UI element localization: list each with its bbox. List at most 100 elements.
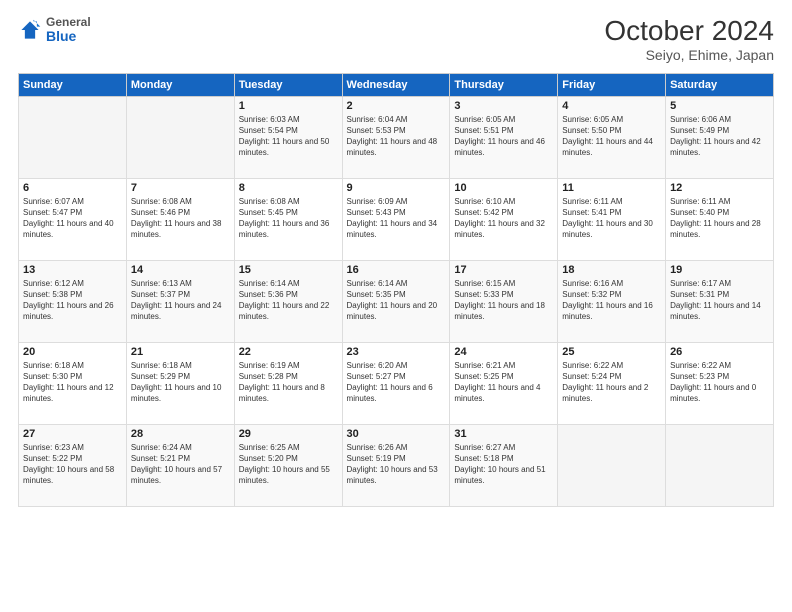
day-info: Sunrise: 6:10 AMSunset: 5:42 PMDaylight:… <box>454 196 553 241</box>
weekday-header-cell: Sunday <box>19 73 127 96</box>
day-number: 12 <box>670 182 769 194</box>
calendar-week-row: 1Sunrise: 6:03 AMSunset: 5:54 PMDaylight… <box>19 96 774 178</box>
day-info: Sunrise: 6:08 AMSunset: 5:46 PMDaylight:… <box>131 196 230 241</box>
calendar-day-cell: 19Sunrise: 6:17 AMSunset: 5:31 PMDayligh… <box>666 260 774 342</box>
day-number: 29 <box>239 428 338 440</box>
calendar-day-cell: 6 Sunrise: 6:07 AMSunset: 5:47 PMDaylight… <box>19 178 127 260</box>
day-number: 22 <box>239 346 338 358</box>
day-number: 6 <box>23 182 122 194</box>
day-number: 18 <box>562 264 661 276</box>
month-title: October 2024 <box>604 16 774 47</box>
calendar-day-cell: 16Sunrise: 6:14 AMSunset: 5:35 PMDayligh… <box>342 260 450 342</box>
day-info: Sunrise: 6:04 AMSunset: 5:53 PMDaylight:… <box>347 114 446 159</box>
weekday-header-cell: Wednesday <box>342 73 450 96</box>
day-info: Sunrise: 6:24 AMSunset: 5:21 PMDaylight:… <box>131 442 230 487</box>
day-number: 5 <box>670 100 769 112</box>
day-info: Sunrise: 6:17 AMSunset: 5:31 PMDaylight:… <box>670 278 769 323</box>
logo-icon <box>18 18 42 42</box>
day-number: 28 <box>131 428 230 440</box>
day-info: Sunrise: 6:25 AMSunset: 5:20 PMDaylight:… <box>239 442 338 487</box>
calendar-day-cell: 24 Sunrise: 6:21 AMSunset: 5:25 PMDayligh… <box>450 342 558 424</box>
calendar-day-cell <box>666 424 774 506</box>
day-info: Sunrise: 6:19 AMSunset: 5:28 PMDaylight:… <box>239 360 338 405</box>
calendar-day-cell: 17 Sunrise: 6:15 AMSunset: 5:33 PMDayligh… <box>450 260 558 342</box>
calendar-day-cell: 9Sunrise: 6:09 AMSunset: 5:43 PMDaylight… <box>342 178 450 260</box>
day-info: Sunrise: 6:05 AMSunset: 5:51 PMDaylight:… <box>454 114 553 159</box>
day-number: 13 <box>23 264 122 276</box>
day-info: Sunrise: 6:11 AMSunset: 5:41 PMDaylight:… <box>562 196 661 241</box>
day-number: 15 <box>239 264 338 276</box>
calendar-day-cell: 3Sunrise: 6:05 AMSunset: 5:51 PMDaylight… <box>450 96 558 178</box>
calendar-day-cell: 31 Sunrise: 6:27 AMSunset: 5:18 PMDayligh… <box>450 424 558 506</box>
day-number: 2 <box>347 100 446 112</box>
day-info: Sunrise: 6:15 AMSunset: 5:33 PMDaylight:… <box>454 278 553 323</box>
calendar-day-cell: 11 Sunrise: 6:11 AMSunset: 5:41 PMDayligh… <box>558 178 666 260</box>
calendar-day-cell: 15 Sunrise: 6:14 AMSunset: 5:36 PMDayligh… <box>234 260 342 342</box>
page-header: General Blue October 2024 Seiyo, Ehime, … <box>18 16 774 63</box>
logo-blue: Blue <box>46 29 91 44</box>
day-number: 31 <box>454 428 553 440</box>
calendar-day-cell: 18 Sunrise: 6:16 AMSunset: 5:32 PMDayligh… <box>558 260 666 342</box>
calendar-day-cell: 28 Sunrise: 6:24 AMSunset: 5:21 PMDayligh… <box>126 424 234 506</box>
calendar-day-cell <box>126 96 234 178</box>
calendar-body: 1Sunrise: 6:03 AMSunset: 5:54 PMDaylight… <box>19 96 774 506</box>
weekday-header-cell: Tuesday <box>234 73 342 96</box>
calendar-day-cell: 25Sunrise: 6:22 AMSunset: 5:24 PMDayligh… <box>558 342 666 424</box>
calendar-day-cell: 27 Sunrise: 6:23 AMSunset: 5:22 PMDayligh… <box>19 424 127 506</box>
calendar-day-cell: 8Sunrise: 6:08 AMSunset: 5:45 PMDaylight… <box>234 178 342 260</box>
day-info: Sunrise: 6:26 AMSunset: 5:19 PMDaylight:… <box>347 442 446 487</box>
calendar-day-cell: 22 Sunrise: 6:19 AMSunset: 5:28 PMDayligh… <box>234 342 342 424</box>
day-info: Sunrise: 6:16 AMSunset: 5:32 PMDaylight:… <box>562 278 661 323</box>
calendar-day-cell: 1Sunrise: 6:03 AMSunset: 5:54 PMDaylight… <box>234 96 342 178</box>
day-number: 24 <box>454 346 553 358</box>
day-number: 16 <box>347 264 446 276</box>
calendar-day-cell: 7Sunrise: 6:08 AMSunset: 5:46 PMDaylight… <box>126 178 234 260</box>
calendar-day-cell <box>558 424 666 506</box>
calendar-page: General Blue October 2024 Seiyo, Ehime, … <box>0 0 792 612</box>
calendar-day-cell: 20 Sunrise: 6:18 AMSunset: 5:30 PMDayligh… <box>19 342 127 424</box>
calendar-day-cell: 26Sunrise: 6:22 AMSunset: 5:23 PMDayligh… <box>666 342 774 424</box>
day-info: Sunrise: 6:23 AMSunset: 5:22 PMDaylight:… <box>23 442 122 487</box>
day-number: 30 <box>347 428 446 440</box>
calendar-week-row: 13 Sunrise: 6:12 AMSunset: 5:38 PMDayligh… <box>19 260 774 342</box>
calendar-day-cell: 5 Sunrise: 6:06 AMSunset: 5:49 PMDaylight… <box>666 96 774 178</box>
day-number: 14 <box>131 264 230 276</box>
calendar-week-row: 6 Sunrise: 6:07 AMSunset: 5:47 PMDaylight… <box>19 178 774 260</box>
day-info: Sunrise: 6:06 AMSunset: 5:49 PMDaylight:… <box>670 114 769 159</box>
weekday-header-row: SundayMondayTuesdayWednesdayThursdayFrid… <box>19 73 774 96</box>
day-info: Sunrise: 6:20 AMSunset: 5:27 PMDaylight:… <box>347 360 446 405</box>
weekday-header-cell: Saturday <box>666 73 774 96</box>
day-info: Sunrise: 6:22 AMSunset: 5:23 PMDaylight:… <box>670 360 769 405</box>
calendar-week-row: 20 Sunrise: 6:18 AMSunset: 5:30 PMDayligh… <box>19 342 774 424</box>
day-info: Sunrise: 6:12 AMSunset: 5:38 PMDaylight:… <box>23 278 122 323</box>
weekday-header-cell: Friday <box>558 73 666 96</box>
day-number: 23 <box>347 346 446 358</box>
day-info: Sunrise: 6:03 AMSunset: 5:54 PMDaylight:… <box>239 114 338 159</box>
day-number: 21 <box>131 346 230 358</box>
day-number: 27 <box>23 428 122 440</box>
day-info: Sunrise: 6:27 AMSunset: 5:18 PMDaylight:… <box>454 442 553 487</box>
title-block: October 2024 Seiyo, Ehime, Japan <box>604 16 774 63</box>
day-info: Sunrise: 6:18 AMSunset: 5:30 PMDaylight:… <box>23 360 122 405</box>
weekday-header-cell: Thursday <box>450 73 558 96</box>
day-info: Sunrise: 6:14 AMSunset: 5:36 PMDaylight:… <box>239 278 338 323</box>
calendar-day-cell: 2 Sunrise: 6:04 AMSunset: 5:53 PMDaylight… <box>342 96 450 178</box>
day-info: Sunrise: 6:05 AMSunset: 5:50 PMDaylight:… <box>562 114 661 159</box>
day-number: 25 <box>562 346 661 358</box>
day-info: Sunrise: 6:11 AMSunset: 5:40 PMDaylight:… <box>670 196 769 241</box>
calendar-day-cell: 14Sunrise: 6:13 AMSunset: 5:37 PMDayligh… <box>126 260 234 342</box>
day-info: Sunrise: 6:08 AMSunset: 5:45 PMDaylight:… <box>239 196 338 241</box>
calendar-day-cell: 23 Sunrise: 6:20 AMSunset: 5:27 PMDayligh… <box>342 342 450 424</box>
day-number: 17 <box>454 264 553 276</box>
calendar-week-row: 27 Sunrise: 6:23 AMSunset: 5:22 PMDayligh… <box>19 424 774 506</box>
calendar-day-cell: 12 Sunrise: 6:11 AMSunset: 5:40 PMDayligh… <box>666 178 774 260</box>
day-number: 11 <box>562 182 661 194</box>
calendar-day-cell: 30 Sunrise: 6:26 AMSunset: 5:19 PMDayligh… <box>342 424 450 506</box>
calendar-day-cell: 13 Sunrise: 6:12 AMSunset: 5:38 PMDayligh… <box>19 260 127 342</box>
calendar-table: SundayMondayTuesdayWednesdayThursdayFrid… <box>18 73 774 507</box>
day-info: Sunrise: 6:21 AMSunset: 5:25 PMDaylight:… <box>454 360 553 405</box>
day-info: Sunrise: 6:07 AMSunset: 5:47 PMDaylight:… <box>23 196 122 241</box>
day-number: 10 <box>454 182 553 194</box>
logo-text: General Blue <box>46 16 91 45</box>
day-number: 20 <box>23 346 122 358</box>
